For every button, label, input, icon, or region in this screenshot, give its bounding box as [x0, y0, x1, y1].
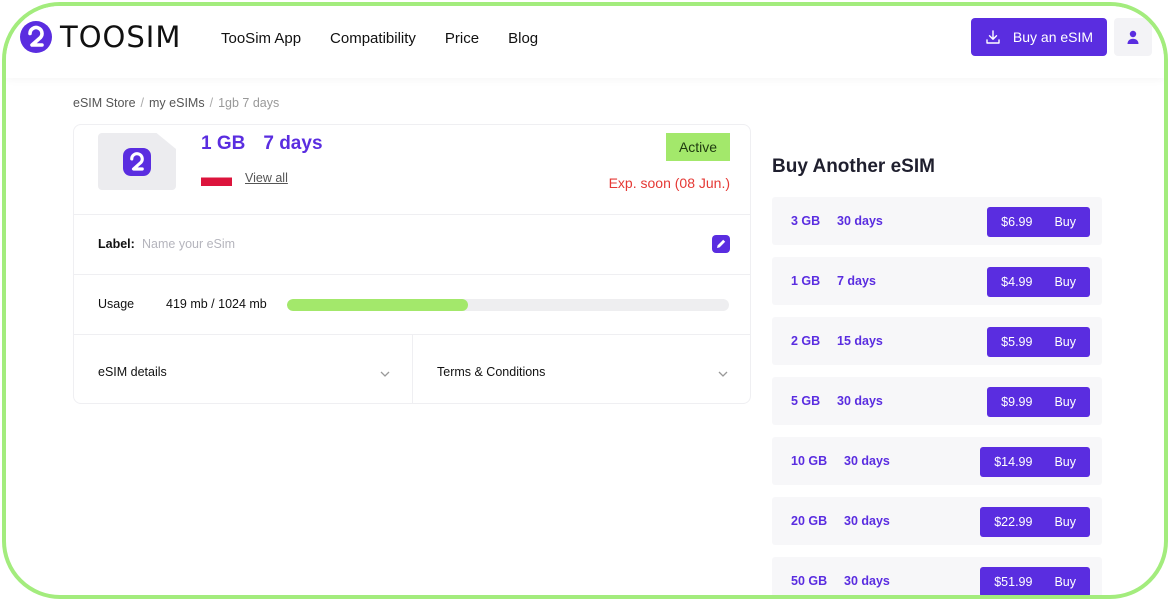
plan-buy-button[interactable]: $6.99 Buy: [987, 207, 1090, 237]
plan-price: $22.99: [994, 515, 1033, 529]
usage-bar: [287, 299, 729, 311]
nav-toosim-app[interactable]: TooSim App: [221, 30, 301, 47]
esim-details-label: eSIM details: [98, 365, 167, 379]
buy-esim-label: Buy an eSIM: [1012, 29, 1094, 45]
plan-item-duration: 30 days: [844, 514, 890, 528]
usage-row: Usage 419 mb / 1024 mb: [74, 274, 750, 334]
nav-compatibility[interactable]: Compatibility: [330, 30, 416, 47]
nav-price[interactable]: Price: [445, 30, 479, 47]
plan-item: 10 GB 30 days $14.99 Buy: [772, 437, 1102, 485]
accordion-row: eSIM details Terms & Conditions: [74, 334, 750, 404]
plan-item-duration: 7 days: [837, 274, 876, 288]
plan-item-data: 1 GB: [791, 274, 821, 288]
brand-name: TOOSIM: [60, 20, 182, 54]
buy-another-title: Buy Another eSIM: [772, 156, 935, 177]
plan-buy-label: Buy: [1054, 275, 1076, 289]
plan-title: 1 GB 7 days: [201, 133, 341, 155]
plan-item-duration: 30 days: [844, 454, 890, 468]
plan-price: $6.99: [1001, 215, 1033, 229]
plan-item-duration: 30 days: [837, 214, 883, 228]
plan-buy-button[interactable]: $5.99 Buy: [987, 327, 1090, 357]
usage-value: 419 mb / 1024 mb: [166, 297, 267, 311]
account-button[interactable]: [1114, 18, 1152, 56]
nav-blog[interactable]: Blog: [508, 30, 538, 47]
plan-item: 50 GB 30 days $51.99 Buy: [772, 557, 1102, 595]
plan-buy-button[interactable]: $4.99 Buy: [987, 267, 1090, 297]
plan-buy-label: Buy: [1054, 395, 1076, 409]
sim-card-icon: [98, 133, 176, 190]
plan-item: 5 GB 30 days $9.99 Buy: [772, 377, 1102, 425]
plan-item-data: 20 GB: [791, 514, 828, 528]
logo-mark-icon: [20, 21, 52, 53]
plan-buy-label: Buy: [1054, 515, 1076, 529]
plan-item-data: 2 GB: [791, 334, 821, 348]
main-nav: TooSim App Compatibility Price Blog: [221, 30, 538, 47]
edit-icon[interactable]: [712, 235, 730, 253]
plan-buy-button[interactable]: $51.99 Buy: [980, 567, 1090, 595]
view-all-link[interactable]: View all: [245, 171, 288, 185]
plan-item: 3 GB 30 days $6.99 Buy: [772, 197, 1102, 245]
plan-price: $14.99: [994, 455, 1033, 469]
plan-item: 1 GB 7 days $4.99 Buy: [772, 257, 1102, 305]
plan-buy-button[interactable]: $22.99 Buy: [980, 507, 1090, 537]
plan-price: $5.99: [1001, 335, 1033, 349]
plan-price: $4.99: [1001, 275, 1033, 289]
label-title: Label:: [98, 237, 135, 251]
plan-buy-button[interactable]: $14.99 Buy: [980, 447, 1090, 477]
chevron-down-icon: [718, 371, 728, 377]
plan-buy-label: Buy: [1054, 575, 1076, 589]
plan-item-data: 10 GB: [791, 454, 828, 468]
download-icon: [986, 30, 1000, 44]
plan-item-duration: 30 days: [837, 394, 883, 408]
user-icon: [1127, 30, 1139, 44]
breadcrumb: eSIM Store / my eSIMs/1gb 7 days: [73, 96, 280, 110]
brand-logo[interactable]: TOOSIM: [20, 20, 181, 54]
plan-item-data: 3 GB: [791, 214, 821, 228]
buy-esim-button[interactable]: Buy an eSIM: [971, 18, 1107, 56]
plan-buy-label: Buy: [1054, 215, 1076, 229]
plan-buy-button[interactable]: $9.99 Buy: [987, 387, 1090, 417]
status-badge: Active: [666, 133, 730, 161]
plan-price: $51.99: [994, 575, 1033, 589]
plan-duration: 7 days: [263, 133, 323, 154]
terms-label: Terms & Conditions: [437, 365, 546, 379]
usage-title: Usage: [98, 297, 135, 311]
usage-bar-fill: [287, 299, 468, 311]
plan-data: 1 GB: [201, 133, 246, 154]
top-navbar: TOOSIM TooSim App Compatibility Price Bl…: [6, 6, 1164, 78]
plan-item-duration: 15 days: [837, 334, 883, 348]
app-frame: TOOSIM TooSim App Compatibility Price Bl…: [2, 2, 1168, 599]
label-row: Label:: [74, 214, 750, 274]
esim-card: 1 GB 7 days View all Active Exp. soon (08…: [73, 124, 751, 404]
plan-buy-label: Buy: [1054, 335, 1076, 349]
sim-logo-icon: [123, 147, 151, 176]
terms-accordion[interactable]: Terms & Conditions: [412, 335, 750, 404]
plan-item: 20 GB 30 days $22.99 Buy: [772, 497, 1102, 545]
chevron-down-icon: [380, 371, 390, 377]
plan-item-duration: 30 days: [844, 574, 890, 588]
breadcrumb-esim-store[interactable]: eSIM Store: [73, 96, 136, 110]
breadcrumb-current: 1gb 7 days: [218, 96, 280, 110]
plan-buy-label: Buy: [1054, 455, 1076, 469]
breadcrumb-my-esims[interactable]: my eSIMs: [149, 96, 205, 110]
poland-flag-icon: [201, 172, 232, 186]
esim-details-accordion[interactable]: eSIM details: [74, 335, 412, 404]
plan-price: $9.99: [1001, 395, 1033, 409]
plan-item-data: 50 GB: [791, 574, 828, 588]
expiry-text: Exp. soon (08 Jun.): [608, 175, 730, 191]
esim-name-input[interactable]: [142, 231, 542, 257]
plan-item-data: 5 GB: [791, 394, 821, 408]
plan-item: 2 GB 15 days $5.99 Buy: [772, 317, 1102, 365]
